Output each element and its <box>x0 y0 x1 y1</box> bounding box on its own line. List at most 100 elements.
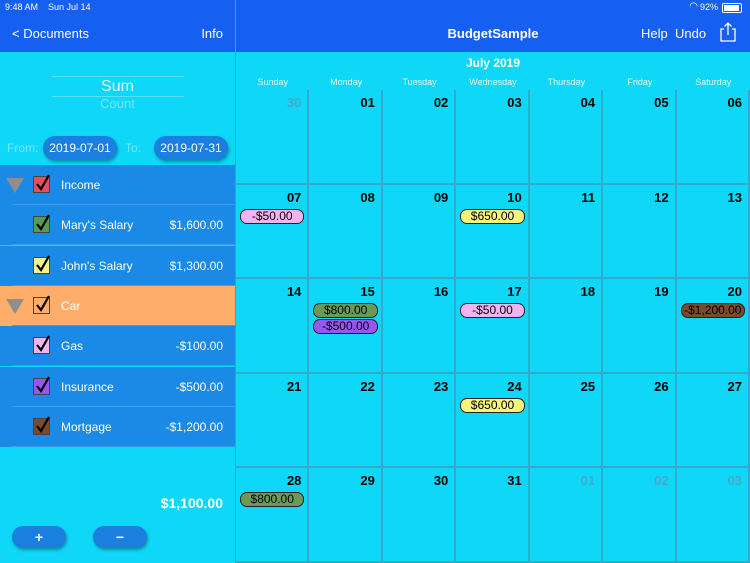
calendar-day-cell[interactable]: 17 -$50.00 <box>456 279 530 374</box>
transaction-event[interactable]: -$500.00 <box>313 319 378 335</box>
checkbox-icon[interactable] <box>33 416 50 435</box>
calendar-day-cell[interactable]: 03 <box>456 90 530 185</box>
add-button[interactable]: + <box>12 526 66 548</box>
calendar-day-cell[interactable]: 31 <box>456 468 530 563</box>
day-number: 31 <box>507 473 522 489</box>
category-item-row[interactable]: Gas -$100.00 <box>0 326 235 367</box>
help-button[interactable]: Help <box>641 26 668 41</box>
status-date: Sun Jul 14 <box>48 2 91 12</box>
calendar-day-cell[interactable]: 04 <box>529 90 604 185</box>
day-number: 14 <box>286 284 302 300</box>
disclosure-triangle-icon[interactable] <box>6 298 24 314</box>
transaction-event[interactable]: $800.00 <box>240 492 305 508</box>
calendar-day-cell[interactable]: 10 $650.00 <box>456 184 530 280</box>
day-number: 08 <box>360 189 375 205</box>
checkbox-icon[interactable] <box>33 375 50 395</box>
calendar-day-cell[interactable]: 01 <box>309 90 383 185</box>
calendar-day-cell[interactable]: 28 $800.00 <box>236 468 310 563</box>
back-to-documents-button[interactable]: < Documents <box>12 26 89 41</box>
category-item-row[interactable]: Mary's Salary $1,600.00 <box>0 205 235 246</box>
remove-button[interactable]: − <box>93 526 147 548</box>
transaction-event[interactable]: -$50.00 <box>240 208 305 224</box>
category-item-row[interactable]: Insurance -$500.00 <box>0 366 235 407</box>
calendar-day-cell[interactable]: 25 <box>529 373 604 469</box>
calendar-day-cell[interactable]: 19 <box>603 279 677 374</box>
category-amount: -$500.00 <box>175 379 223 394</box>
day-number: 07 <box>286 189 302 205</box>
calendar-day-cell[interactable]: 08 <box>309 184 383 280</box>
checkbox-icon[interactable] <box>33 295 50 314</box>
category-name: Insurance <box>61 379 114 394</box>
transaction-event[interactable]: $650.00 <box>460 397 525 413</box>
from-date-button[interactable]: 2019-07-01 <box>43 136 117 160</box>
share-icon[interactable] <box>720 22 736 42</box>
checkbox-icon[interactable] <box>33 174 50 193</box>
transaction-event[interactable]: -$50.00 <box>460 303 525 319</box>
calendar-day-cell[interactable]: 26 <box>603 373 677 469</box>
calendar-day-cell[interactable]: 24 $650.00 <box>456 373 530 469</box>
calendar-day-cell[interactable]: 09 <box>382 184 457 280</box>
day-number: 12 <box>654 189 669 205</box>
calendar-day-cell[interactable]: 14 <box>236 279 310 374</box>
calendar-day-cell[interactable]: 07 -$50.00 <box>236 184 310 280</box>
checkbox-icon[interactable] <box>33 335 50 355</box>
transaction-event[interactable]: $650.00 <box>460 208 525 224</box>
disclosure-triangle-icon[interactable] <box>6 178 24 193</box>
status-bar: 9:48 AM Sun Jul 14 ◠ 92% <box>0 0 750 16</box>
calendar-day-cell[interactable]: 06 <box>676 90 750 185</box>
day-number: 04 <box>580 95 596 110</box>
calendar-day-cell[interactable]: 30 <box>382 468 457 563</box>
sum-mode-option[interactable]: Sum <box>0 78 235 96</box>
checkbox-icon[interactable] <box>33 214 50 234</box>
category-group-row[interactable]: Car <box>0 285 235 326</box>
budget-sidebar: Sum Count From: 2019-07-01 To: 2019-07-3… <box>0 52 235 563</box>
transaction-event[interactable]: -$1,200.00 <box>680 303 745 319</box>
calendar-day-cell[interactable]: 01 <box>529 468 604 563</box>
calendar-day-cell[interactable]: 02 <box>603 468 677 563</box>
category-amount: $1,300.00 <box>169 258 223 273</box>
calendar-day-cell[interactable]: 03 <box>676 468 750 563</box>
calendar-day-cell[interactable]: 21 <box>236 373 310 469</box>
checkbox-icon[interactable] <box>33 255 50 274</box>
category-amount: -$1,200.00 <box>165 419 223 434</box>
calendar-day-cell[interactable]: 29 <box>309 468 383 563</box>
day-number: 01 <box>360 95 375 110</box>
calendar-day-cell[interactable]: 02 <box>382 90 457 185</box>
category-name: Car <box>61 298 81 313</box>
total-amount: $1,100.00 <box>160 495 223 511</box>
day-number: 09 <box>433 189 449 205</box>
day-number: 03 <box>507 95 522 110</box>
info-button[interactable]: Info <box>201 26 223 41</box>
calendar-day-cell[interactable]: 13 <box>676 184 750 280</box>
day-number: 30 <box>286 95 302 110</box>
count-mode-option[interactable]: Count <box>0 96 235 111</box>
day-number: 17 <box>507 284 522 300</box>
weekday-label: Thursday <box>547 77 586 87</box>
calendar-day-cell[interactable]: 23 <box>382 373 457 469</box>
day-number: 05 <box>654 95 669 110</box>
day-number: 23 <box>433 378 449 394</box>
transaction-event[interactable]: $800.00 <box>313 303 378 319</box>
calendar-day-cell[interactable]: 18 <box>529 279 604 374</box>
calendar-day-cell[interactable]: 05 <box>603 90 677 185</box>
right-nav-bar: BudgetSample Help Undo <box>236 16 750 52</box>
calendar-day-cell[interactable]: 12 <box>603 184 677 280</box>
category-group-row[interactable]: Income <box>0 165 235 205</box>
calendar-day-cell[interactable]: 15 $800.00 -$500.00 <box>309 279 383 374</box>
category-item-row[interactable]: Mortgage -$1,200.00 <box>0 406 235 447</box>
from-label: From: <box>7 141 39 155</box>
weekday-label: Tuesday <box>402 77 437 87</box>
calendar-day-cell[interactable]: 22 <box>309 373 383 469</box>
undo-button[interactable]: Undo <box>675 26 706 41</box>
category-item-row[interactable]: John's Salary $1,300.00 <box>0 245 235 286</box>
calendar-day-cell[interactable]: 30 <box>236 90 310 185</box>
calendar-day-cell[interactable]: 16 <box>382 279 457 374</box>
day-number: 22 <box>360 378 375 394</box>
calendar-day-cell[interactable]: 11 <box>529 184 604 280</box>
status-time: 9:48 AM <box>5 2 39 12</box>
to-date-button[interactable]: 2019-07-31 <box>154 136 228 160</box>
calendar-day-cell[interactable]: 20 -$1,200.00 <box>676 279 750 374</box>
day-number: 02 <box>433 95 449 110</box>
calendar-day-cell[interactable]: 27 <box>676 373 750 469</box>
day-number: 26 <box>654 378 669 394</box>
